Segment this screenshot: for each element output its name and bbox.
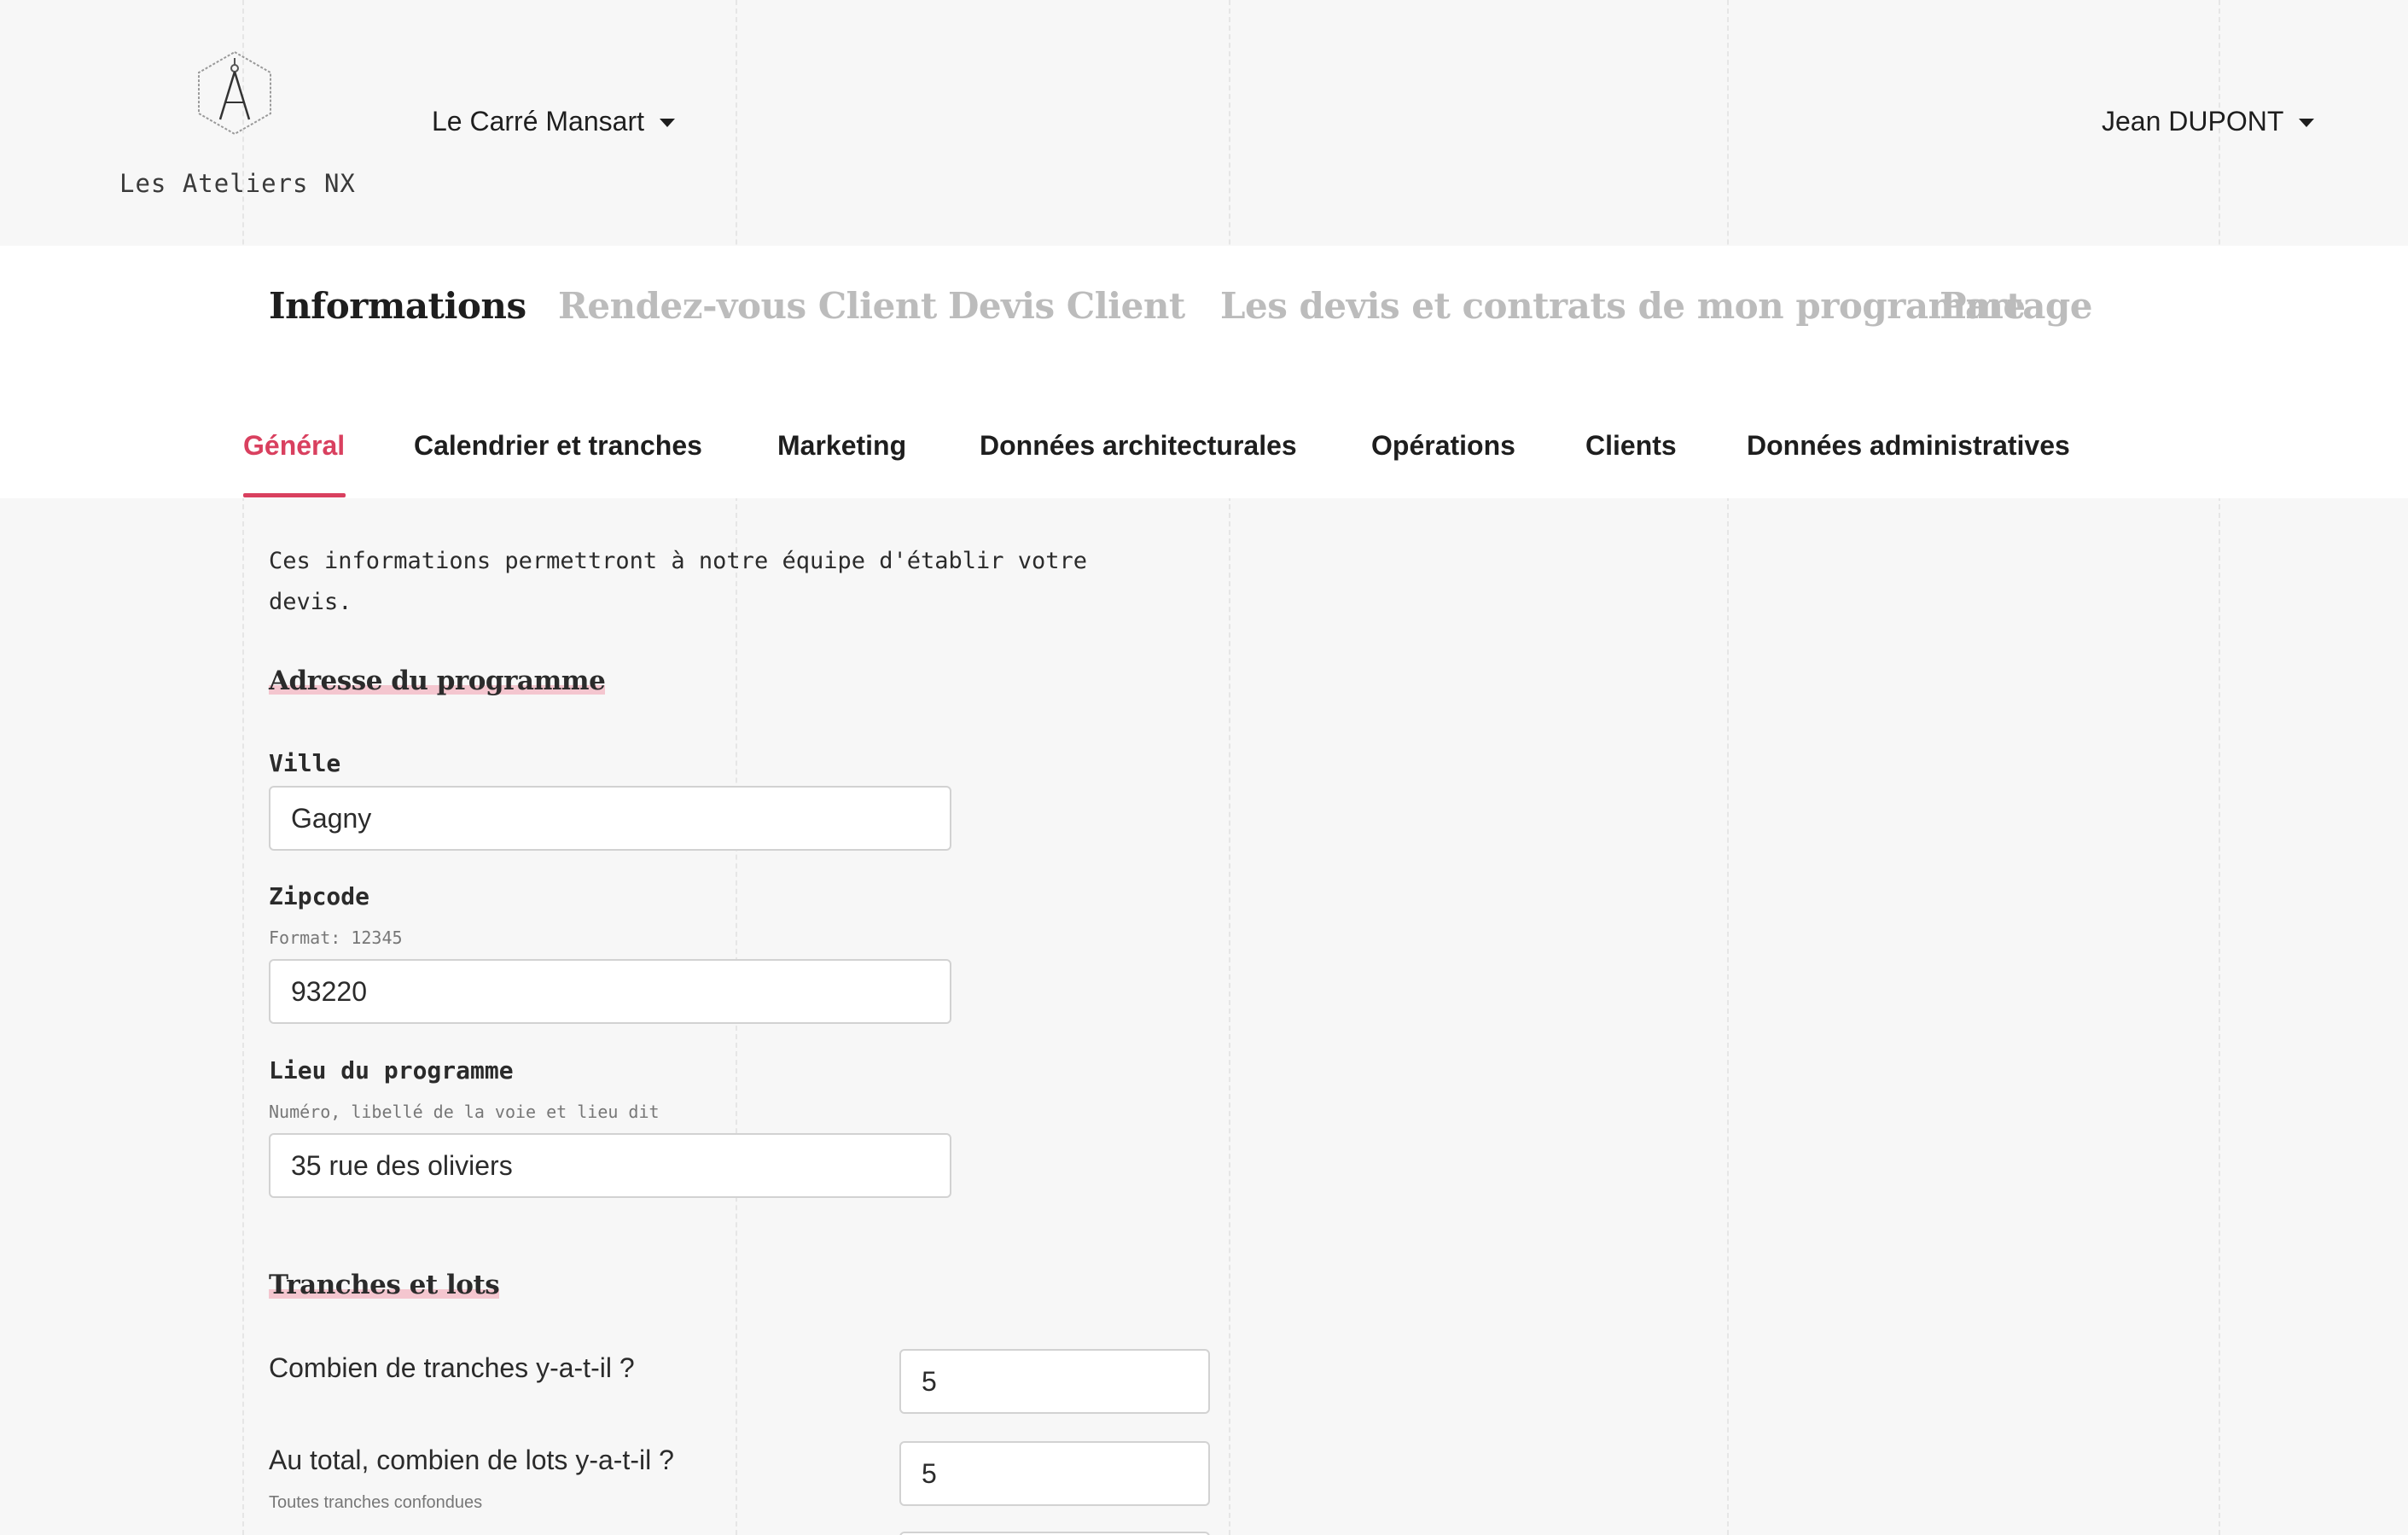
section-title-text: Adresse du programme xyxy=(269,666,606,696)
program-selector-dropdown[interactable]: Le Carré Mansart xyxy=(432,106,675,137)
section-title-text: Tranches et lots xyxy=(269,1270,500,1300)
zipcode-hint: Format: 12345 xyxy=(269,927,403,948)
nombre-lots-label: Au total, combien de lots y-a-t-il ? xyxy=(269,1445,674,1475)
brand-name: Les Ateliers NX xyxy=(119,169,356,198)
section-title-adresse: Adresse du programme xyxy=(269,666,606,696)
subtab-donnees-administratives[interactable]: Données administratives xyxy=(1747,430,2070,462)
zipcode-label: Zipcode xyxy=(269,882,370,910)
subtab-general[interactable]: Général xyxy=(243,430,345,462)
tab-rendez-vous-client[interactable]: Rendez-vous Client xyxy=(558,285,937,327)
ville-label: Ville xyxy=(269,749,341,777)
user-menu-dropdown[interactable]: Jean DUPONT xyxy=(2102,106,2315,137)
tab-partage[interactable]: Partage xyxy=(1940,285,2093,327)
caret-down-icon xyxy=(2299,118,2315,127)
section-title-tranches-lots: Tranches et lots xyxy=(269,1270,500,1300)
lieu-programme-input[interactable] xyxy=(269,1133,951,1198)
nombre-tranches-input[interactable] xyxy=(899,1349,1210,1414)
tab-informations[interactable]: Informations xyxy=(269,285,526,327)
caret-down-icon xyxy=(659,118,675,127)
general-form: Ces informations permettront à notre équ… xyxy=(0,498,2408,1535)
program-selector-label: Le Carré Mansart xyxy=(432,106,644,137)
subtab-donnees-architecturales[interactable]: Données architecturales xyxy=(980,430,1297,462)
subtab-marketing[interactable]: Marketing xyxy=(777,430,906,462)
nombre-lots-hint: Toutes tranches confondues xyxy=(269,1493,483,1512)
top-header: Les Ateliers NX Le Carré Mansart Jean DU… xyxy=(0,0,2408,246)
brand-logo-icon[interactable] xyxy=(195,49,275,137)
subtab-calendrier-tranches[interactable]: Calendrier et tranches xyxy=(414,430,702,462)
ville-input[interactable] xyxy=(269,786,951,851)
subtab-clients[interactable]: Clients xyxy=(1585,430,1677,462)
intro-text: Ces informations permettront à notre équ… xyxy=(269,548,1088,615)
lieu-programme-label: Lieu du programme xyxy=(269,1056,514,1084)
zipcode-input[interactable] xyxy=(269,959,951,1024)
tab-devis-client[interactable]: Devis Client xyxy=(948,285,1185,327)
nombre-lots-input[interactable] xyxy=(899,1441,1210,1506)
subtab-operations[interactable]: Opérations xyxy=(1371,430,1515,462)
next-field-input[interactable] xyxy=(899,1532,1210,1535)
lieu-programme-hint: Numéro, libellé de la voie et lieu dit xyxy=(269,1102,660,1122)
active-subtab-indicator xyxy=(243,493,346,497)
nombre-tranches-label: Combien de tranches y-a-t-il ? xyxy=(269,1352,635,1383)
user-menu-label: Jean DUPONT xyxy=(2102,106,2284,137)
tab-devis-contrats-programme[interactable]: Les devis et contrats de mon programme xyxy=(1220,285,2026,327)
